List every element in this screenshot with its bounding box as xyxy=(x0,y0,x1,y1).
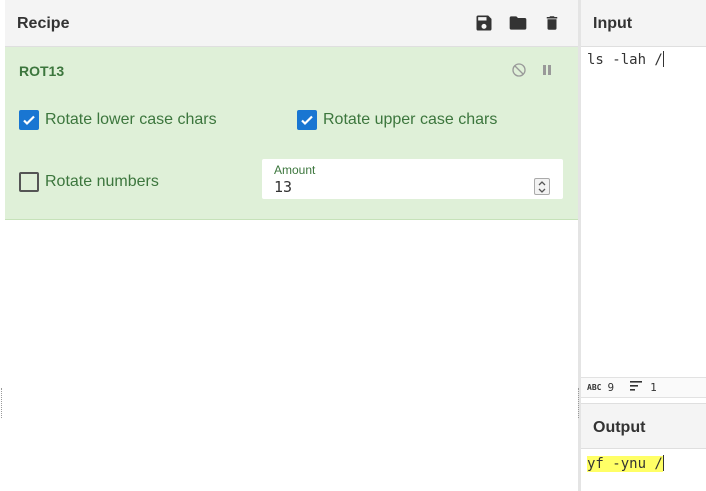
recipe-title: Recipe xyxy=(17,15,70,32)
amount-field[interactable]: Amount 13 xyxy=(262,159,563,199)
trash-icon[interactable] xyxy=(541,12,563,34)
rot13-operation: ROT13 Rotate lower case chars Rotate upp… xyxy=(5,47,578,220)
checkbox-unchecked-icon[interactable] xyxy=(19,172,39,192)
rotate-numbers-label: Rotate numbers xyxy=(45,173,159,190)
disable-icon[interactable] xyxy=(510,61,528,79)
input-header: Input xyxy=(581,0,706,47)
folder-icon[interactable] xyxy=(507,12,529,34)
output-text: yf -ynu / xyxy=(587,456,663,472)
line-count: 1 xyxy=(650,381,657,394)
rotate-upper-label: Rotate upper case chars xyxy=(323,111,498,128)
line-count-icon xyxy=(630,381,643,394)
output-textarea[interactable]: yf -ynu / xyxy=(587,455,664,472)
rotate-lower-checkbox[interactable]: Rotate lower case chars xyxy=(19,110,217,130)
text-caret xyxy=(662,51,664,67)
left-resize-grip[interactable] xyxy=(1,388,2,418)
input-text: ls -lah / xyxy=(587,52,663,68)
amount-input[interactable]: 13 xyxy=(274,178,514,196)
checkbox-checked-icon[interactable] xyxy=(297,110,317,130)
char-count: 9 xyxy=(607,381,615,394)
checkbox-checked-icon[interactable] xyxy=(19,110,39,130)
rotate-upper-checkbox[interactable]: Rotate upper case chars xyxy=(297,110,497,130)
rotate-lower-label: Rotate lower case chars xyxy=(45,111,217,128)
recipe-pane: Recipe ROT13 Rotate lower case chars Rot… xyxy=(0,0,578,491)
input-textarea[interactable]: ls -lah / xyxy=(587,51,664,68)
amount-label: Amount xyxy=(274,163,316,177)
save-icon[interactable] xyxy=(473,12,495,34)
amount-stepper[interactable] xyxy=(534,178,550,195)
text-caret xyxy=(662,455,664,471)
output-title: Output xyxy=(593,419,646,436)
cyberchef-window: Recipe ROT13 Rotate lower case chars Rot… xyxy=(0,0,706,491)
output-header: Output xyxy=(581,403,706,449)
rotate-numbers-checkbox[interactable]: Rotate numbers xyxy=(19,172,159,192)
operation-title: ROT13 xyxy=(19,63,65,79)
input-statusbar: ABC 9 1 xyxy=(581,377,706,398)
io-pane: Input ls -lah / ABC 9 1 Output yf -ynu / xyxy=(581,0,706,491)
pause-icon[interactable] xyxy=(538,61,556,79)
char-count-icon: ABC xyxy=(587,383,602,392)
right-resize-grip[interactable] xyxy=(578,388,579,418)
recipe-header: Recipe xyxy=(5,0,578,47)
input-title: Input xyxy=(593,15,633,32)
